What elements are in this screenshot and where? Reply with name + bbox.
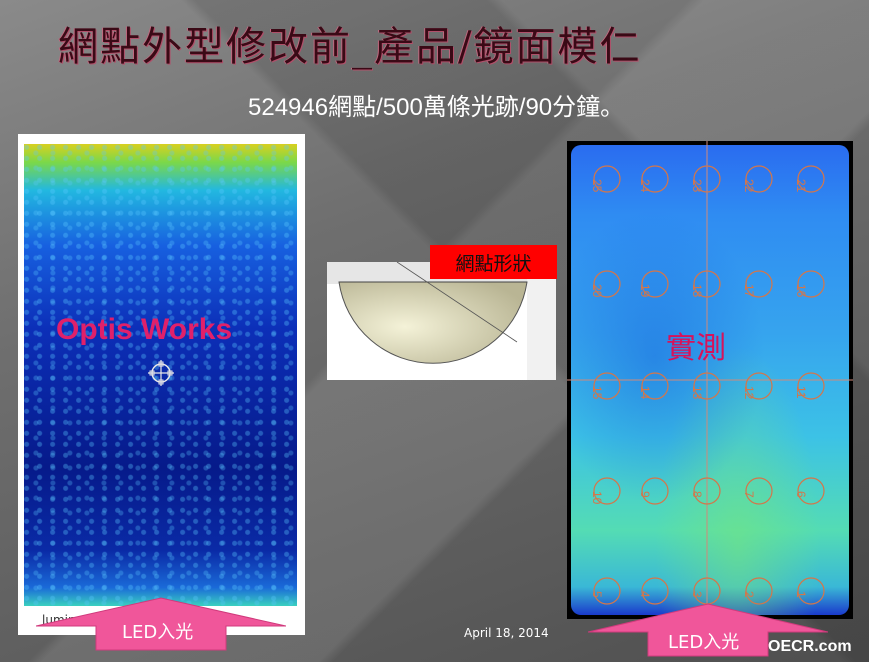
measurement-points-overlay: 25 24 23 22 2120 19 18 17 1615 14 13 12 1110 9 8 7 65 4 3 2… [567,141,853,619]
measurement-point: 21 [794,165,825,193]
led-label-left: LED入光 [122,622,194,643]
measurement-point-number: 16 [794,284,808,298]
measurement-point-number: 14 [638,386,652,400]
measurement-point: 20 [590,270,621,298]
measurement-point: 19 [638,270,669,298]
measurement-point: 4 [638,577,669,605]
dot-shape-panel [327,262,556,380]
measurement-point-number: 1 [794,591,808,598]
measurement-point-number: 25 [590,179,604,193]
measurement-point-number: 8 [690,491,704,498]
measurement-point-number: 21 [794,179,808,193]
measurement-point: 17 [742,270,773,298]
measurement-point: 12 [742,372,773,400]
watermark: OECR.com [768,638,852,655]
measurement-label: 實測 [666,331,726,366]
measurement-point-number: 5 [590,591,604,598]
measurement-point: 25 [590,165,621,193]
measurement-point: 3 [690,577,721,605]
measurement-point: 15 [590,372,621,400]
measurement-point: 14 [638,372,669,400]
measurement-point-number: 6 [794,491,808,498]
slide-subtitle: 524946網點/500萬條光跡/90分鐘。 [248,94,625,121]
measurement-point: 13 [690,372,721,400]
measurement-point-number: 17 [742,284,756,298]
dot-shape-label: 網點形狀 [430,245,557,279]
measurement-point-number: 12 [742,386,756,400]
measurement-point: 11 [794,372,825,400]
crosshair-icon [148,360,174,386]
measurement-point: 8 [690,477,721,505]
measurement-point: 2 [742,577,773,605]
dot-shape-diagram [327,262,556,380]
measurement-point: 5 [590,577,621,605]
measurement-point: 22 [742,165,773,193]
measurement-point: 1 [794,577,825,605]
simulation-label: Optis Works [56,313,233,346]
measurement-point: 10 [590,477,621,505]
measurement-point-number: 3 [690,591,704,598]
measurement-point-number: 10 [590,491,604,505]
measurement-point-number: 19 [638,284,652,298]
measurement-panel: 25 24 23 22 21 20 19 18 17 16 15 14 13 12 11 10 9 8 7 6 5 4 3 2… [567,141,853,619]
measurement-point-number: 13 [690,386,704,400]
measurement-point: 23 [690,165,721,193]
measurement-point-number: 23 [690,179,704,193]
measurement-point-number: 7 [742,491,756,498]
measurement-point: 16 [794,270,825,298]
measurement-point: 18 [690,270,721,298]
measurement-point-number: 24 [638,179,652,193]
measurement-point-number: 4 [638,591,652,598]
measurement-point: 7 [742,477,773,505]
slide-date: April 18, 2014 [464,626,549,640]
measurement-point-number: 20 [590,284,604,298]
led-label-right: LED入光 [668,632,740,653]
measurement-point-number: 15 [590,386,604,400]
measurement-point: 9 [638,477,669,505]
measurement-point-number: 22 [742,179,756,193]
measurement-point-number: 9 [638,491,652,498]
measurement-point-number: 18 [690,284,704,298]
measurement-point-number: 2 [742,591,756,598]
measurement-point: 6 [794,477,825,505]
measurement-point-number: 11 [794,386,808,399]
measurement-point: 24 [638,165,669,193]
slide-title: 網點外型修改前_產品/鏡面模仁 [58,24,642,70]
